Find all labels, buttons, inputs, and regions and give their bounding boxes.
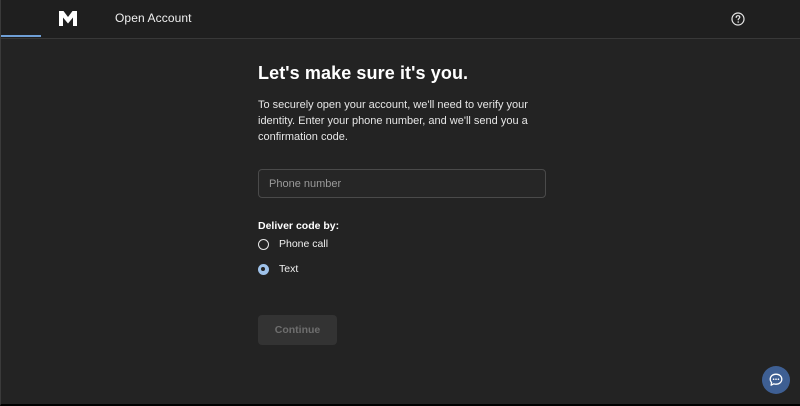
help-circle-icon[interactable] bbox=[731, 12, 745, 26]
phone-number-input[interactable] bbox=[258, 169, 546, 198]
radio-label-phone-call: Phone call bbox=[279, 238, 329, 250]
radio-option-text[interactable]: Text bbox=[258, 263, 298, 275]
top-bar: Open Account bbox=[1, 0, 800, 39]
page-title: Let's make sure it's you. bbox=[258, 63, 469, 83]
verification-form: Let's make sure it's you. To securely op… bbox=[258, 63, 558, 345]
chat-bubble-icon bbox=[769, 373, 783, 386]
m1-logo-icon[interactable] bbox=[59, 11, 77, 26]
active-tab-indicator bbox=[1, 0, 41, 37]
chat-button[interactable] bbox=[762, 366, 790, 394]
radio-label-text: Text bbox=[279, 263, 299, 275]
continue-button[interactable]: Continue bbox=[258, 315, 337, 345]
header-title: Open Account bbox=[115, 11, 192, 25]
radio-text[interactable] bbox=[258, 263, 269, 275]
radio-option-phone-call[interactable]: Phone call bbox=[258, 238, 328, 250]
deliver-code-label: Deliver code by: bbox=[258, 220, 340, 232]
page: Open Account Let's make sure it's you. T… bbox=[0, 0, 800, 406]
description-text: To securely open your account, we'll nee… bbox=[258, 99, 528, 143]
radio-phone-call[interactable] bbox=[258, 238, 269, 250]
